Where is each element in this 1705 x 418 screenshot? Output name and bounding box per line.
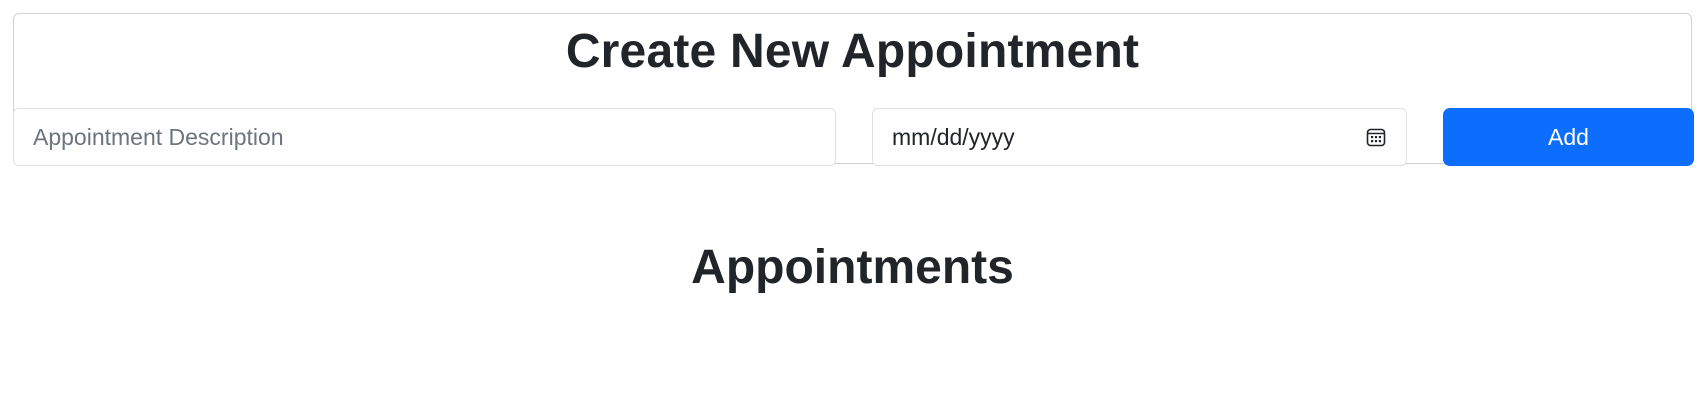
create-appointment-card: Create New Appointment mm/dd/yyyy Add xyxy=(13,13,1694,166)
appointment-date-input[interactable]: mm/dd/yyyy xyxy=(872,108,1407,166)
create-appointment-title: Create New Appointment xyxy=(565,25,1140,78)
add-appointment-button[interactable]: Add xyxy=(1443,108,1694,166)
appointment-description-input[interactable] xyxy=(13,108,836,166)
date-placeholder: mm/dd/yyyy xyxy=(892,123,1015,150)
calendar-icon[interactable] xyxy=(1365,126,1387,148)
appointments-heading: Appointments xyxy=(691,241,1014,294)
